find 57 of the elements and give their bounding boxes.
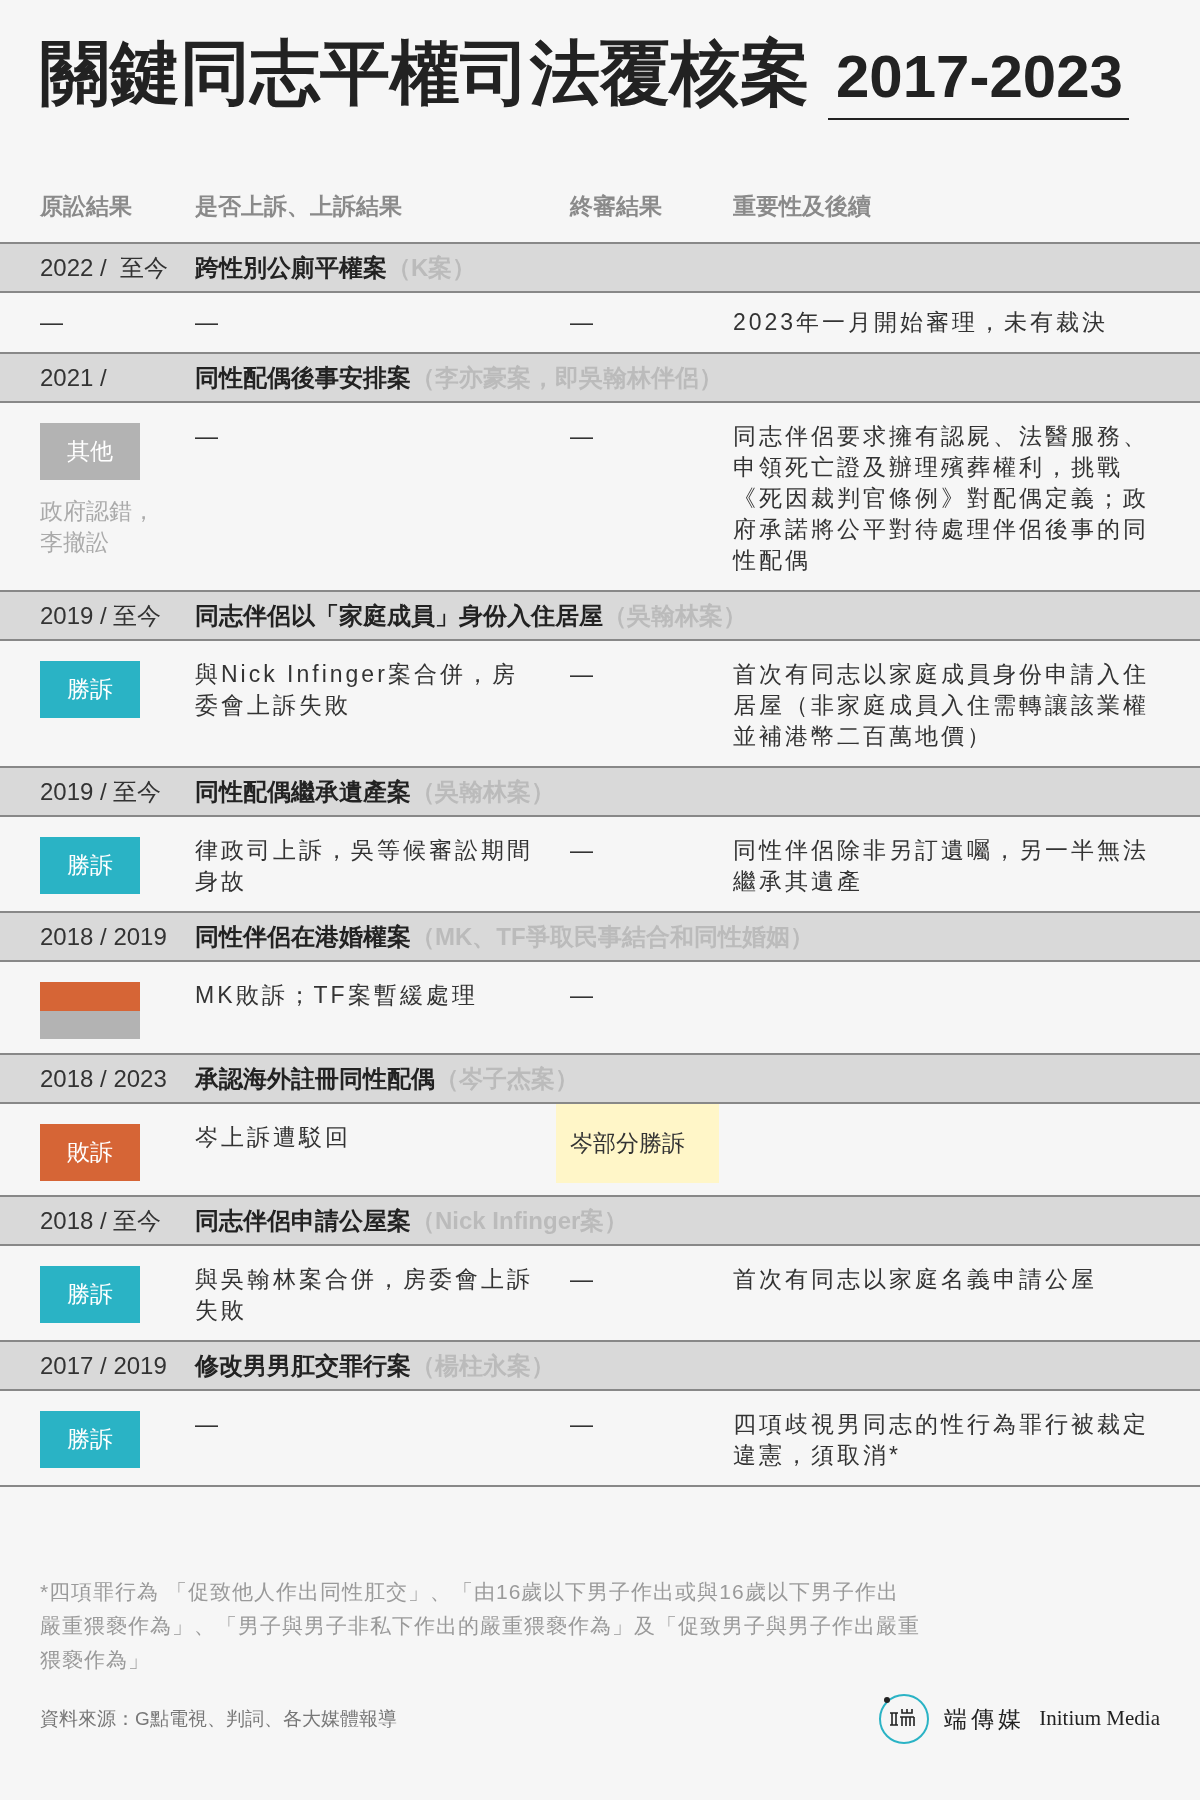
- logo-icon: [878, 1693, 931, 1745]
- outcome-note: 政府認錯，李撤訟: [40, 497, 156, 557]
- final-result: —: [570, 660, 593, 689]
- case-name: 修改男男肛交罪行案: [195, 1350, 411, 1381]
- brand-name: 端傳媒: [944, 1704, 1026, 1734]
- case-years: 2022 / 至今: [40, 252, 170, 283]
- outcome-badge: 勝訴: [40, 1411, 140, 1468]
- significance-text: 2023年一月開始審理，未有裁決: [733, 308, 1110, 337]
- column-header: 重要性及後續: [733, 191, 872, 221]
- column-header: 原訟結果: [40, 191, 133, 221]
- significance-text: 同志伴侶要求擁有認屍、法醫服務、申領死亡證及辦理殯葬權利，挑戰《死因裁判官條例》對配偶定義；政府承諾將公平對待處理伴侶後事的同性配偶: [733, 422, 1150, 575]
- final-result: —: [570, 308, 593, 337]
- case-years: 2018 / 至今: [40, 1205, 163, 1236]
- outcome-badge: 勝訴: [40, 661, 140, 718]
- significance-text: 同性伴侶除非另訂遺囑，另一半無法繼承其遺產: [733, 836, 1150, 896]
- brand-name-english: Initium Media: [1039, 1705, 1160, 1733]
- case-name: 同性配偶後事安排案: [195, 362, 411, 393]
- case-years: 2018 / 2023: [40, 1063, 168, 1094]
- column-header: 是否上訴、上訴結果: [195, 191, 403, 221]
- final-result: —: [570, 1410, 593, 1439]
- case-years: 2017 / 2019: [40, 1350, 168, 1381]
- appeal-result: 與吳翰林案合併，房委會上訴失敗: [195, 1265, 534, 1325]
- appeal-result: 律政司上訴，吳等候審訟期間身故: [195, 836, 534, 896]
- case-years: 2018 / 2019: [40, 921, 168, 952]
- appeal-result: 與Nick Infinger案合併，房委會上訴失敗: [195, 660, 519, 720]
- case-name: 承認海外註冊同性配偶: [195, 1063, 435, 1094]
- appeal-result: —: [195, 1410, 222, 1439]
- final-result: —: [570, 1265, 593, 1294]
- case-name: 同性配偶繼承遺產案: [195, 776, 411, 807]
- source-note: 資料來源：G點電視、判詞、各大媒體報導: [40, 1706, 397, 1731]
- final-result: —: [570, 836, 593, 865]
- appeal-result: 岑上訴遭駁回: [195, 1123, 352, 1152]
- significance-text: 首次有同志以家庭名義申請公屋: [733, 1265, 1098, 1294]
- appeal-result: MK敗訴；TF案暫緩處理: [195, 981, 479, 1010]
- case-years: 2021 /: [40, 362, 108, 393]
- page-title: 關鍵同志平權司法覆核案: [40, 33, 810, 114]
- significance-text: 首次有同志以家庭成員身份申請入住居屋（非家庭成員入住需轉讓該業權並補港幣二百萬地價）: [733, 660, 1150, 751]
- final-result: —: [570, 422, 593, 451]
- final-result: —: [570, 981, 593, 1010]
- case-name: 跨性別公廁平權案: [195, 252, 387, 283]
- appeal-result: —: [195, 308, 222, 337]
- outcome-badge: 其他: [40, 423, 140, 480]
- outcome-badge: 勝訴: [40, 1266, 140, 1323]
- column-header: 終審結果: [570, 191, 663, 221]
- final-result: 岑部分勝訴: [556, 1104, 719, 1183]
- case-name: 同性伴侶在港婚權案: [195, 921, 411, 952]
- case-years: 2019 / 至今: [40, 600, 163, 631]
- case-years: 2019 / 至今: [40, 776, 163, 807]
- outcome-badge: 勝訴: [40, 837, 140, 894]
- footnote: *四項罪行為 「促致他人作出同性肛交」、「由16歲以下男子作出或與16歲以下男子作出嚴重猥褻作為」、「男子與男子非私下作出的嚴重猥褻作為」及「促致男子與男子作出嚴重猥褻作為」: [39, 1579, 921, 1673]
- significance-text: 四項歧視男同志的性行為罪行被裁定違憲，須取消*: [733, 1410, 1150, 1470]
- title-years: 2017-2023: [828, 36, 1129, 120]
- outcome-text: —: [40, 308, 63, 337]
- appeal-result: —: [195, 422, 222, 451]
- case-name: 同志伴侶以「家庭成員」身份入住居屋: [195, 600, 603, 631]
- case-name: 同志伴侶申請公屋案: [195, 1205, 411, 1236]
- outcome-badge: 敗訴: [40, 1124, 140, 1181]
